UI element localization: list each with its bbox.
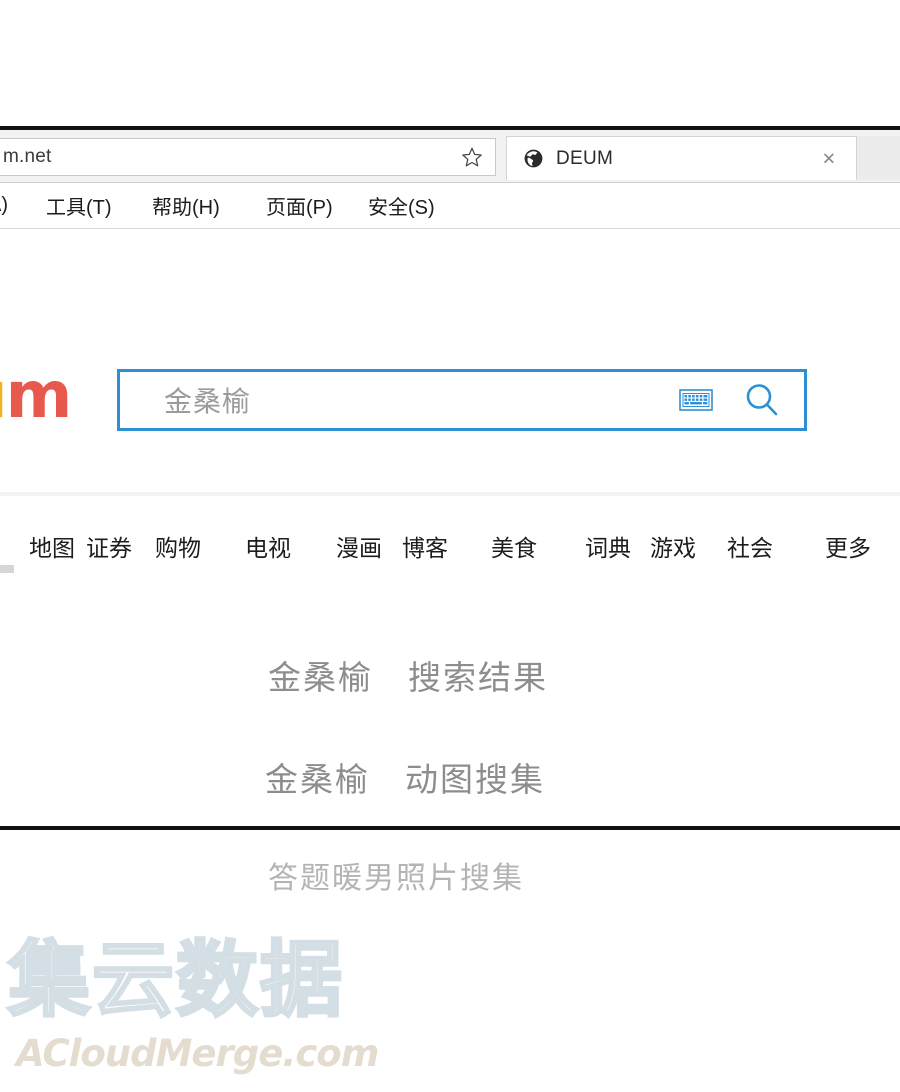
web-page-content: um 金桑榆 [0,229,900,896]
search-input[interactable]: 金桑榆 [164,380,251,420]
tab-title: DEUM [556,147,614,169]
menu-item-page[interactable]: 页面(P) [266,191,333,220]
nav-item-food[interactable]: 美食 [491,529,537,563]
top-blank-area [0,0,900,126]
suggestion-item-1[interactable]: 金桑榆 搜索结果 [268,651,548,699]
watermark-chinese-text: 集云数据 [6,933,345,1028]
close-icon[interactable]: ✕ [822,150,836,167]
magnifier-icon[interactable] [742,380,782,420]
menu-item-0[interactable]: A) [0,194,8,217]
watermark: 集云数据 ACloudMerge.com [6,933,408,1082]
keyboard-icon[interactable] [679,389,713,411]
site-nav: 地图 证券 购物 电视 漫画 博客 美食 词典 游戏 社会 更多 [0,529,900,589]
star-icon[interactable] [461,146,483,168]
nav-item-dict[interactable]: 词典 [585,529,631,563]
nav-item-comics[interactable]: 漫画 [336,529,382,563]
tab-strip-filler [857,136,900,180]
suggestion-item-2[interactable]: 金桑榆 动图搜集 [265,753,545,801]
address-bar-text: m.net [3,146,52,167]
nav-item-more[interactable]: 更多 [825,529,871,563]
watermark-domain-text: ACloudMerge.com [16,1032,379,1075]
nav-item-stocks[interactable]: 证券 [86,529,132,563]
suggestion-item-3[interactable]: 答题暖男照片搜集 [268,853,524,897]
browser-menu-bar: A) 工具(T) 帮助(H) 页面(P) 安全(S) [0,183,900,228]
nav-item-map[interactable]: 地图 [29,529,75,563]
bottom-border-rule [0,826,900,830]
nav-item-shopping[interactable]: 购物 [155,529,201,563]
menu-item-tools[interactable]: 工具(T) [46,191,112,220]
menu-item-help[interactable]: 帮助(H) [152,191,220,220]
globe-icon [523,148,544,169]
nav-item-society[interactable]: 社会 [727,529,773,563]
search-suggestion-list: 金桑榆 搜索结果 金桑榆 动图搜集 答题暖男照片搜集 [0,629,900,896]
logo-letter-m: m [5,359,73,433]
search-box[interactable]: 金桑榆 [117,369,807,431]
browser-tab-deum[interactable]: DEUM ✕ [506,136,857,180]
daum-logo[interactable]: um [0,364,72,428]
nav-item-tv[interactable]: 电视 [245,529,291,563]
screenshot-root: m.net DEUM ✕ A) 工具(T) [0,0,900,1092]
nav-item-blog[interactable]: 博客 [402,529,448,563]
nav-item-games[interactable]: 游戏 [650,529,696,563]
menu-item-safety[interactable]: 安全(S) [368,191,435,220]
browser-window: m.net DEUM ✕ A) 工具(T) [0,130,900,896]
address-bar[interactable]: m.net [0,138,496,176]
hero-separator [0,492,900,496]
nav-left-marker [0,565,14,573]
